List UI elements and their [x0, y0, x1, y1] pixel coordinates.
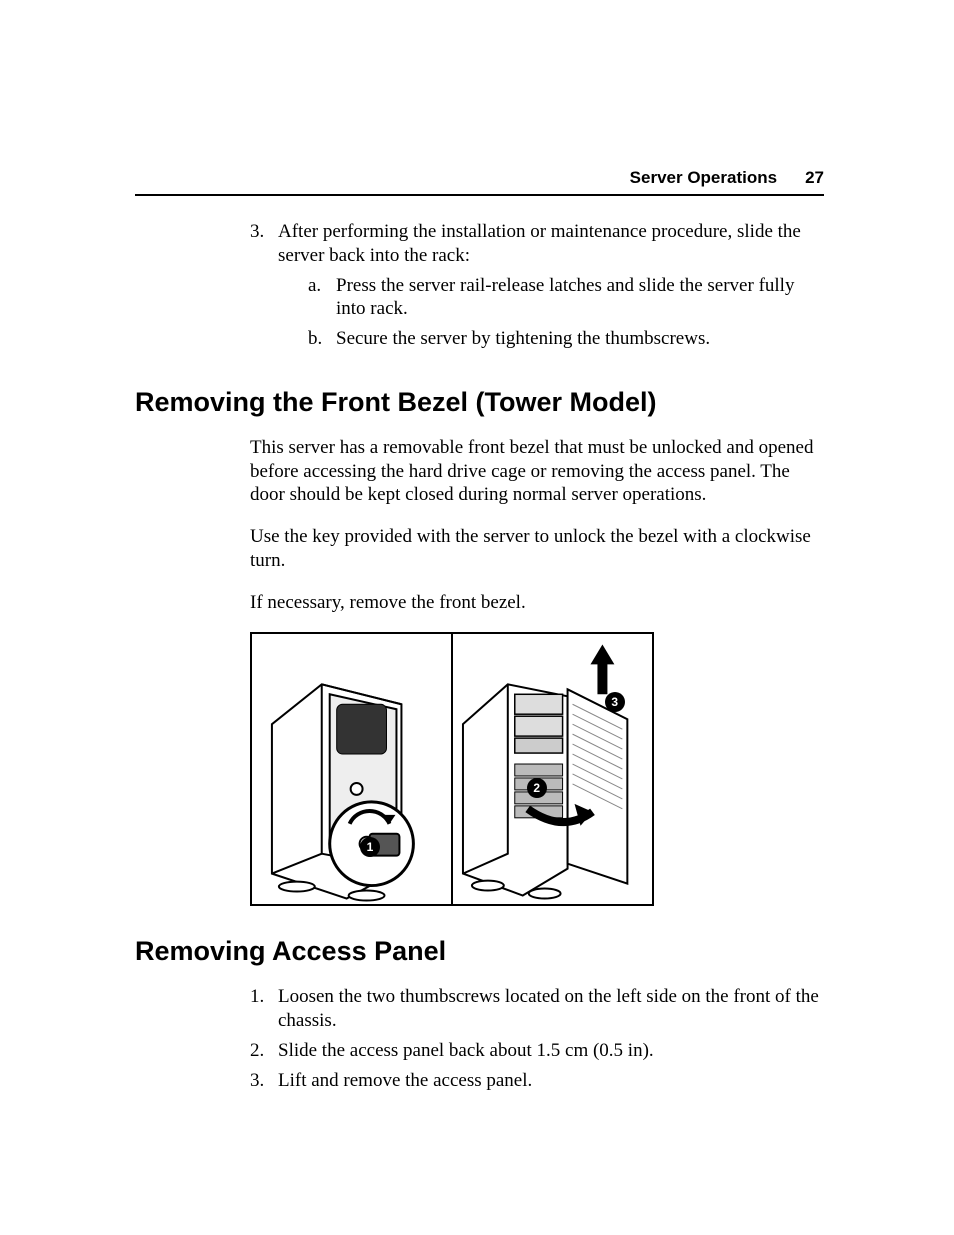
list-item: a. Press the server rail-release latches… [308, 274, 824, 322]
list-item: 1. Loosen the two thumbscrews located on… [250, 985, 824, 1033]
header-section-title: Server Operations [630, 168, 777, 188]
list-text: Slide the access panel back about 1.5 cm… [278, 1039, 824, 1063]
list-number: a. [308, 274, 336, 322]
header-page-number: 27 [805, 168, 824, 188]
list-item: 3. After performing the installation or … [250, 220, 824, 357]
section-body-access-panel: 1. Loosen the two thumbscrews located on… [250, 985, 824, 1092]
list-number: 1. [250, 985, 278, 1033]
section-heading-front-bezel: Removing the Front Bezel (Tower Model) [135, 387, 824, 418]
server-bezel-open-icon [453, 634, 652, 904]
figure-callout-3: 3 [605, 692, 625, 712]
page: Server Operations 27 3. After performing… [0, 0, 954, 1235]
section-heading-access-panel: Removing Access Panel [135, 936, 824, 967]
list-text: Secure the server by tightening the thum… [336, 327, 824, 351]
list-text: After performing the installation or mai… [278, 220, 824, 357]
list-item: b. Secure the server by tightening the t… [308, 327, 824, 351]
list-number: b. [308, 327, 336, 351]
list-number: 2. [250, 1039, 278, 1063]
figure-panel-left: 1 [252, 634, 451, 904]
list-text: Press the server rail-release latches an… [336, 274, 824, 322]
list-text: Loosen the two thumbscrews located on th… [278, 985, 824, 1033]
body-paragraph: This server has a removable front bezel … [250, 436, 824, 507]
figure-bezel-removal: 1 [250, 632, 654, 906]
figure-callout-2: 2 [527, 778, 547, 798]
body-paragraph: Use the key provided with the server to … [250, 525, 824, 573]
continued-list-block: 3. After performing the installation or … [250, 220, 824, 357]
body-paragraph: If necessary, remove the front bezel. [250, 591, 824, 615]
list-item: 2. Slide the access panel back about 1.5… [250, 1039, 824, 1063]
continued-ordered-list: 3. After performing the installation or … [250, 220, 824, 357]
list-text: Lift and remove the access panel. [278, 1069, 824, 1093]
running-header: Server Operations 27 [135, 168, 824, 196]
ordered-list-access-panel: 1. Loosen the two thumbscrews located on… [250, 985, 824, 1092]
figure-panel-right: 2 3 [453, 634, 652, 904]
page-content: 3. After performing the installation or … [135, 220, 824, 1092]
server-with-key-icon [252, 634, 451, 904]
section-body-front-bezel: This server has a removable front bezel … [250, 436, 824, 907]
sub-ordered-list: a. Press the server rail-release latches… [278, 274, 824, 351]
list-item: 3. Lift and remove the access panel. [250, 1069, 824, 1093]
list-number: 3. [250, 220, 278, 357]
list-number: 3. [250, 1069, 278, 1093]
